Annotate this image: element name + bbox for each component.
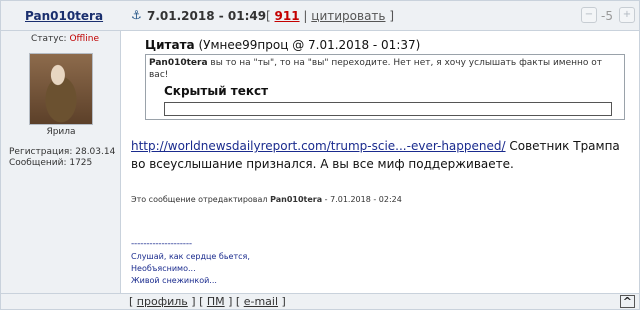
quote-header: Цитата (Умнее99проц @ 7.01.2018 - 01:37) xyxy=(145,38,420,52)
quote-meta: (Умнее99проц @ 7.01.2018 - 01:37) xyxy=(198,38,421,52)
footer-links: [ профиль ] [ ПМ ] [ e-mail ] xyxy=(129,295,286,308)
signature-line-2: Необъяснимо... xyxy=(131,264,196,273)
anchor-icon[interactable]: ⚓ xyxy=(131,8,142,22)
pm-link[interactable]: ПМ xyxy=(207,295,225,308)
rate-down-icon[interactable]: − xyxy=(581,7,597,23)
rate-up-icon[interactable]: + xyxy=(619,7,635,23)
bracket-close: ] xyxy=(389,9,394,23)
quote-text: Pan010tera вы то на "ты", то на "вы" пер… xyxy=(149,57,621,81)
hidden-text-box[interactable] xyxy=(164,102,612,116)
author-sidebar: Статус: Offline Ярила Регистрация: 28.03… xyxy=(1,31,121,293)
quote-body: вы то на "ты", то на "вы" переходите. Не… xyxy=(149,58,603,80)
author-name-link[interactable]: Pan010tera xyxy=(25,9,103,23)
edit-prefix: Это сообщение отредактировал xyxy=(131,195,271,204)
edit-date: - 7.01.2018 - 02:24 xyxy=(322,195,402,204)
quote-label: Цитата xyxy=(145,38,195,52)
author-header: Pan010tera xyxy=(1,1,121,31)
hidden-text-label: Скрытый текст xyxy=(164,84,269,98)
profile-link[interactable]: профиль xyxy=(137,295,188,308)
email-link[interactable]: e-mail xyxy=(244,295,278,308)
edit-author: Pan010tera xyxy=(270,195,323,204)
signature: Слушай, как сердце бьется, Необъяснимо..… xyxy=(131,251,250,287)
post-body: Цитата (Умнее99проц @ 7.01.2018 - 01:37)… xyxy=(121,31,639,293)
post-date: 7.01.2018 - 01:49 xyxy=(147,9,267,23)
edit-note: Это сообщение отредактировал Pan010tera … xyxy=(131,195,402,204)
message-link[interactable]: http://worldnewsdailyreport.com/trump-sc… xyxy=(131,139,506,153)
actions-separator: | xyxy=(303,9,308,23)
post-number-link[interactable]: 911 xyxy=(275,9,300,23)
message-text: http://worldnewsdailyreport.com/trump-sc… xyxy=(131,137,631,173)
quote-author: Pan010tera xyxy=(149,58,208,68)
forum-post: Pan010tera ⚓ 7.01.2018 - 01:49 [ 911 | ц… xyxy=(0,0,640,310)
signature-line-1: Слушай, как сердце бьется, xyxy=(131,252,250,261)
post-actions: [ 911 | цитировать ] xyxy=(266,9,394,23)
message-count: Сообщений: 1725 xyxy=(9,158,93,168)
post-rating: -5 xyxy=(601,9,613,23)
user-rank: Ярила xyxy=(46,127,76,137)
scroll-top-button[interactable]: ^ xyxy=(619,295,635,308)
quote-button[interactable]: цитировать xyxy=(311,9,385,23)
bracket-open: [ xyxy=(266,9,271,23)
status-label: Статус: xyxy=(31,34,67,44)
post-header: ⚓ 7.01.2018 - 01:49 [ 911 | цитировать ]… xyxy=(121,1,639,31)
user-stats: Регистрация: 28.03.14 Сообщений: 1725 xyxy=(9,147,115,169)
signature-separator: -------------------- xyxy=(131,239,192,249)
signature-line-3: Живой снежинкой... xyxy=(131,276,217,285)
post-footer: [ профиль ] [ ПМ ] [ e-mail ] ^ xyxy=(1,293,639,309)
registration-date: Регистрация: 28.03.14 xyxy=(9,147,116,157)
user-status: Статус: Offline xyxy=(31,34,99,44)
status-value: Offline xyxy=(69,34,99,44)
quote-box: Pan010tera вы то на "ты", то на "вы" пер… xyxy=(145,54,625,120)
avatar xyxy=(29,53,93,125)
